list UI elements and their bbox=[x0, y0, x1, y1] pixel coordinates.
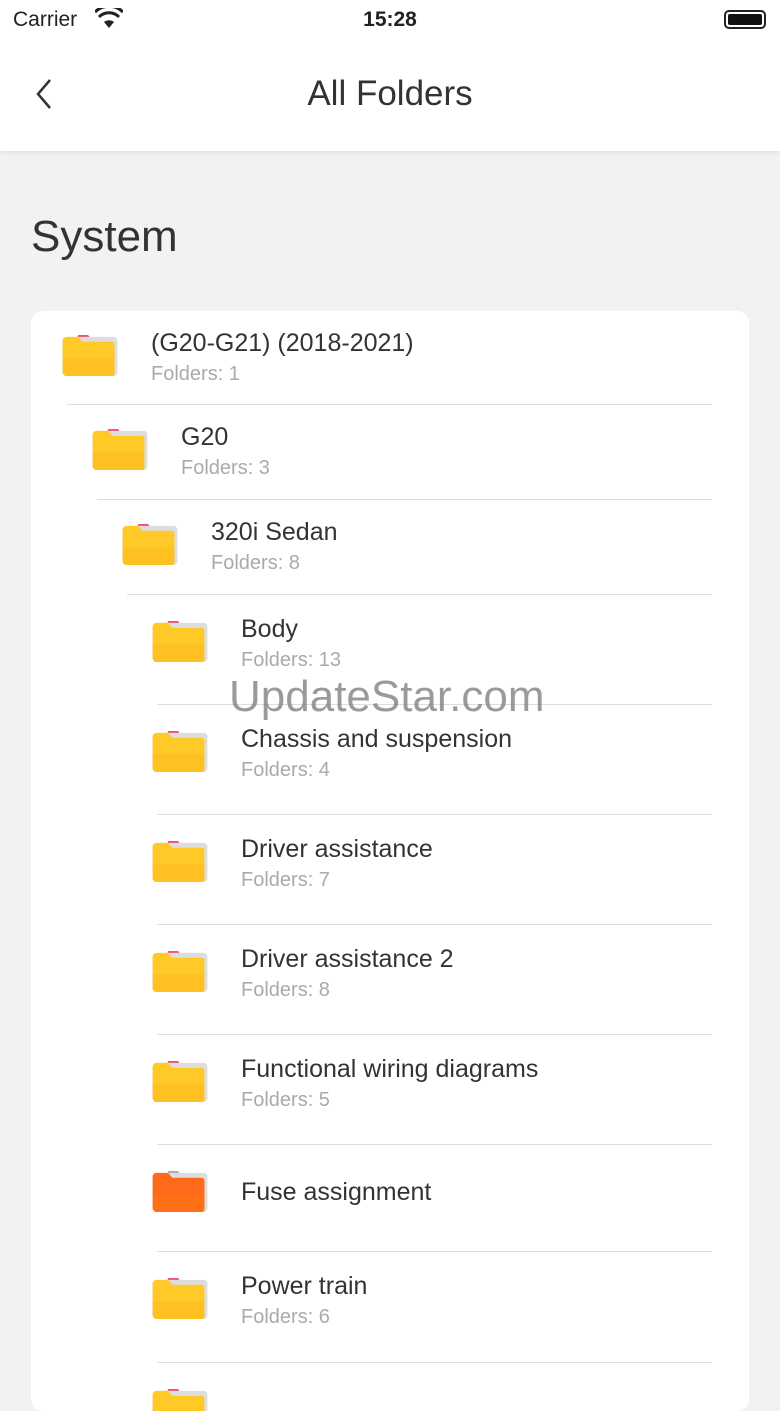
section-title: System bbox=[31, 212, 178, 261]
folder-icon bbox=[62, 334, 118, 377]
folder-count: Folders: 1 bbox=[151, 363, 240, 385]
folder-name: Fuse assignment bbox=[241, 1178, 432, 1206]
clock: 15:28 bbox=[363, 8, 417, 31]
folder-row[interactable]: Functional wiring diagrams Folders: 5 bbox=[152, 1035, 712, 1145]
folder-icon bbox=[152, 1388, 208, 1411]
folder-name: Power train bbox=[241, 1272, 368, 1300]
folder-row[interactable]: (G20-G21) (2018-2021) Folders: 1 bbox=[62, 311, 712, 405]
folder-icon bbox=[152, 1277, 208, 1320]
folder-name: Driver assistance bbox=[241, 835, 433, 863]
folder-list: (G20-G21) (2018-2021) Folders: 1 G20 Folder… bbox=[31, 311, 749, 1411]
folder-icon bbox=[152, 620, 208, 663]
page-title: All Folders bbox=[307, 74, 473, 113]
folder-count: Folders: 13 bbox=[241, 649, 342, 671]
folder-count: Folders: 7 bbox=[241, 869, 330, 891]
folder-row[interactable]: Power train Folders: 6 bbox=[152, 1252, 712, 1363]
folder-count: Folders: 4 bbox=[241, 759, 330, 781]
folder-count: Folders: 6 bbox=[241, 1306, 330, 1328]
watermark: UpdateStar.com bbox=[229, 672, 545, 721]
folder-row[interactable]: 320i Sedan Folders: 8 bbox=[122, 500, 712, 595]
folder-row[interactable]: G20 Folders: 3 bbox=[92, 405, 712, 500]
folder-icon bbox=[152, 950, 208, 993]
folder-row[interactable]: Driver assistance 2 Folders: 8 bbox=[152, 925, 712, 1035]
folder-name: Chassis and suspension bbox=[241, 725, 512, 753]
folder-row[interactable]: Fuse assignment bbox=[152, 1145, 712, 1252]
folder-icon bbox=[152, 1060, 208, 1103]
folder-name: (G20-G21) (2018-2021) bbox=[151, 329, 414, 357]
folder-row[interactable] bbox=[152, 1363, 712, 1411]
folder-icon bbox=[152, 730, 208, 773]
folder-count: Folders: 3 bbox=[181, 457, 270, 479]
battery-icon bbox=[724, 10, 766, 29]
folder-count: Folders: 5 bbox=[241, 1089, 330, 1111]
folder-name: Driver assistance 2 bbox=[241, 945, 454, 973]
folder-icon bbox=[152, 1170, 208, 1213]
folder-count: Folders: 8 bbox=[211, 552, 300, 574]
folder-name: 320i Sedan bbox=[211, 518, 338, 546]
folder-name: G20 bbox=[181, 423, 229, 451]
folder-row[interactable]: Driver assistance Folders: 7 bbox=[152, 815, 712, 925]
folder-name: Body bbox=[241, 615, 298, 643]
folder-icon bbox=[152, 840, 208, 883]
status-bar: Carrier 15:28 bbox=[0, 0, 780, 40]
folder-count: Folders: 8 bbox=[241, 979, 330, 1001]
folder-icon bbox=[92, 428, 148, 471]
folder-icon bbox=[122, 523, 178, 566]
folder-name: Functional wiring diagrams bbox=[241, 1055, 539, 1083]
